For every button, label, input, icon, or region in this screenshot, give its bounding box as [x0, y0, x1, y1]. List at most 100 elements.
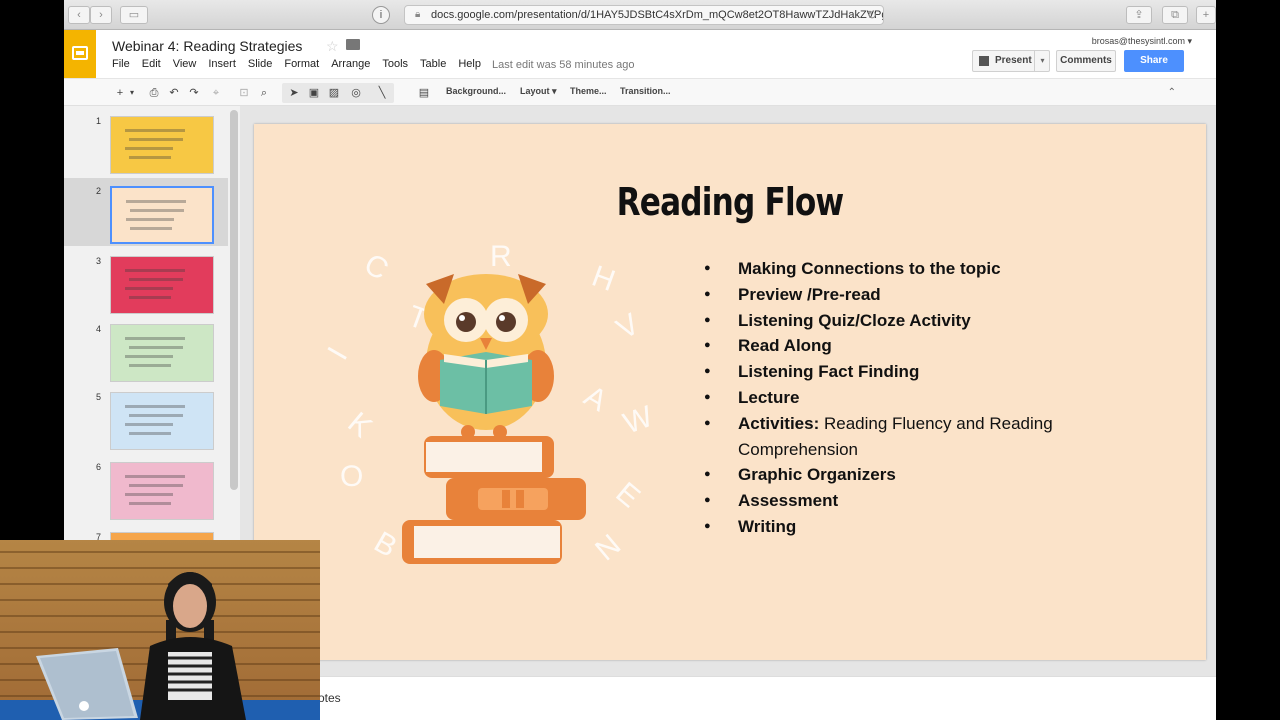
- new-slide-dropdown-icon[interactable]: ▾: [128, 85, 136, 101]
- decorative-letter: N: [589, 528, 627, 567]
- line-icon[interactable]: ╲: [372, 85, 392, 101]
- menu-format[interactable]: Format: [284, 58, 319, 70]
- browser-titlebar: ‹ › ▭ i 🔒︎ docs.google.com/presentation/…: [64, 0, 1216, 30]
- slide-number: 4: [96, 324, 102, 334]
- zoom-icon[interactable]: ⌕: [256, 85, 272, 101]
- menu-bar: File Edit View Insert Slide Format Arran…: [112, 58, 493, 70]
- undo-icon[interactable]: ↶: [166, 85, 182, 101]
- presenter-video: [0, 551, 320, 720]
- select-icon[interactable]: ➤: [286, 85, 302, 101]
- comments-button[interactable]: Comments: [1056, 50, 1116, 72]
- slide-number: 5: [96, 392, 102, 402]
- reload-icon[interactable]: ↻: [867, 6, 877, 24]
- transition-button[interactable]: Transition...: [620, 86, 671, 96]
- collapse-toolbar-icon[interactable]: ⌃: [1168, 87, 1176, 98]
- thumbnail-content-line: [129, 364, 171, 367]
- slide-thumbnail-4[interactable]: [110, 324, 214, 382]
- decorative-letter: I: [321, 342, 354, 366]
- bullet-bold-text: Preview /Pre-read: [738, 284, 881, 304]
- slide-number: 2: [96, 186, 102, 196]
- slides-logo-icon[interactable]: [64, 30, 96, 78]
- slide-thumbnail-7[interactable]: [110, 532, 214, 540]
- redo-icon[interactable]: ↷: [186, 85, 202, 101]
- bullet-bold-text: Writing: [738, 516, 797, 536]
- folder-icon[interactable]: [346, 39, 360, 50]
- speaker-notes-label: otes: [318, 691, 341, 705]
- slide-thumbnail-1[interactable]: [110, 116, 214, 174]
- paint-format-icon[interactable]: ⌖: [208, 85, 224, 101]
- menu-edit[interactable]: Edit: [142, 58, 161, 70]
- bullet-item: Assessment: [702, 488, 1102, 514]
- thumbnail-content-line: [125, 129, 185, 132]
- background-button[interactable]: Background...: [446, 86, 506, 96]
- thumbnail-content-line: [129, 414, 183, 417]
- thumbnail-content-line: [129, 484, 183, 487]
- last-edit-status[interactable]: Last edit was 58 minutes ago: [492, 59, 634, 71]
- thumbnail-content-line: [125, 269, 185, 272]
- thumbnail-content-line: [130, 227, 172, 230]
- screen: ‹ › ▭ i 🔒︎ docs.google.com/presentation/…: [0, 0, 1280, 720]
- slide-title[interactable]: Reading Flow: [340, 180, 1121, 224]
- info-icon[interactable]: i: [372, 6, 390, 24]
- layout-button[interactable]: Layout ▾: [520, 86, 557, 97]
- menu-table[interactable]: Table: [420, 58, 446, 70]
- text-box-icon[interactable]: ▣: [306, 85, 322, 101]
- document-title[interactable]: Webinar 4: Reading Strategies: [112, 38, 302, 54]
- sidebar-toggle-icon[interactable]: ▭: [120, 6, 148, 24]
- filmstrip-scrollbar[interactable]: [230, 110, 238, 490]
- bullet-bold-text: Listening Quiz/Cloze Activity: [738, 310, 971, 330]
- share-button[interactable]: Share: [1124, 50, 1184, 72]
- shape-icon[interactable]: ◎: [346, 85, 366, 101]
- menu-view[interactable]: View: [173, 58, 197, 70]
- tabs-icon[interactable]: ⧉: [1162, 6, 1188, 24]
- thumbnail-content-line: [126, 200, 186, 203]
- decorative-letter: W: [619, 400, 658, 441]
- menu-slide[interactable]: Slide: [248, 58, 272, 70]
- url-text: docs.google.com/presentation/d/1HAY5JDSB…: [431, 9, 884, 21]
- slide-bullet-list[interactable]: Making Connections to the topic Preview /…: [702, 256, 1102, 540]
- decorative-letter: K: [342, 406, 379, 444]
- star-icon[interactable]: ☆: [326, 38, 339, 55]
- thumbnail-content-line: [129, 432, 171, 435]
- menu-help[interactable]: Help: [458, 58, 481, 70]
- thumbnail-content-line: [129, 296, 171, 299]
- bullet-item: Writing: [702, 514, 1102, 540]
- thumbnail-content-line: [129, 502, 171, 505]
- bullet-item: Activities: Reading Fluency and Reading …: [702, 411, 1102, 463]
- menu-insert[interactable]: Insert: [208, 58, 236, 70]
- decorative-letter: A: [579, 379, 613, 418]
- slide[interactable]: RHVAWENBOKITC Reading Flow ● Making Conn…: [254, 124, 1206, 660]
- share-sheet-icon[interactable]: ⇪: [1126, 6, 1152, 24]
- menu-tools[interactable]: Tools: [382, 58, 408, 70]
- lock-icon: 🔒︎: [415, 9, 421, 20]
- slide-number: 6: [96, 462, 102, 472]
- new-tab-icon[interactable]: +: [1196, 6, 1216, 24]
- comment-icon[interactable]: ▤: [416, 85, 432, 101]
- menu-arrange[interactable]: Arrange: [331, 58, 370, 70]
- theme-button[interactable]: Theme...: [570, 86, 607, 96]
- zoom-fit-icon[interactable]: ⊡: [236, 85, 252, 101]
- present-dropdown-icon[interactable]: ▾: [1034, 50, 1050, 72]
- webcam-overlay: [0, 540, 320, 720]
- print-icon[interactable]: ⎙: [146, 85, 162, 101]
- thumbnail-content-line: [129, 278, 183, 281]
- bullet-item: Listening Quiz/Cloze Activity: [702, 308, 1102, 334]
- slide-thumbnail-2[interactable]: [110, 186, 214, 244]
- slide-thumbnail-3[interactable]: [110, 256, 214, 314]
- account-email[interactable]: brosas@thesysintl.com ▾: [1092, 36, 1192, 47]
- back-icon[interactable]: ‹: [68, 6, 90, 24]
- thumbnail-content-line: [125, 287, 173, 290]
- slide-thumbnail-6[interactable]: [110, 462, 214, 520]
- thumbnail-content-line: [126, 218, 174, 221]
- forward-icon[interactable]: ›: [90, 6, 112, 24]
- slide-thumbnail-5[interactable]: [110, 392, 214, 450]
- new-slide-icon[interactable]: +: [112, 85, 128, 101]
- thumbnail-content-line: [125, 337, 185, 340]
- thumbnail-content-line: [125, 405, 185, 408]
- bullet-item: Listening Fact Finding: [702, 359, 1102, 385]
- thumbnail-content-line: [125, 147, 173, 150]
- image-icon[interactable]: ▨: [326, 85, 342, 101]
- address-bar[interactable]: 🔒︎ docs.google.com/presentation/d/1HAY5J…: [404, 5, 884, 25]
- decorative-letter: V: [611, 307, 645, 346]
- menu-file[interactable]: File: [112, 58, 130, 70]
